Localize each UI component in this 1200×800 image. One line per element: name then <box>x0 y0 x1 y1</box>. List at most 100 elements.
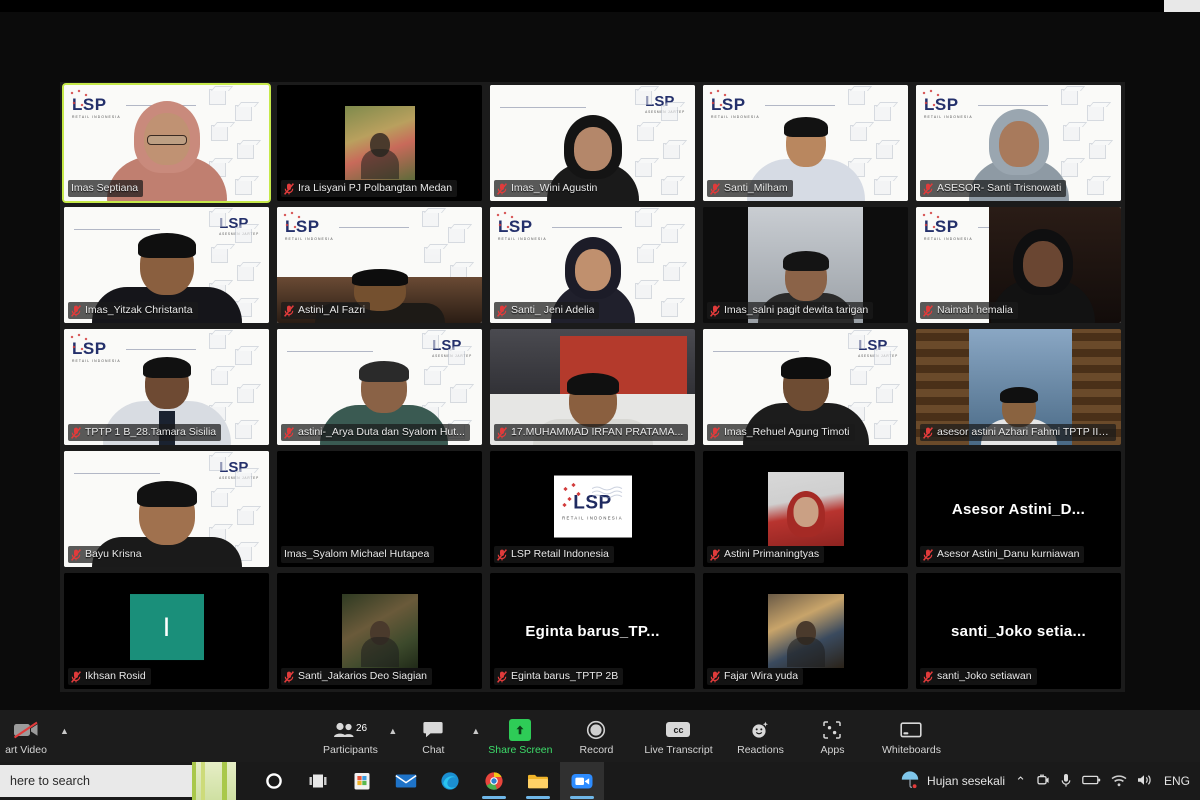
whiteboards-label: Whiteboards <box>882 743 941 756</box>
show-hidden-icons-chevron-icon[interactable]: ⌃ <box>1015 775 1026 788</box>
lsp-logo: LSP RETAIL INDONESIA <box>498 217 547 241</box>
reactions-label: Reactions <box>737 743 784 756</box>
participant-name-bar: asesor astini Azhari Fahmi TPTP III B <box>920 424 1116 441</box>
start-video-button[interactable]: art Video <box>0 717 58 756</box>
weather-icon <box>900 770 920 792</box>
participant-tile[interactable]: asesor astini Azhari Fahmi TPTP III B <box>912 326 1125 448</box>
participant-head <box>564 237 621 299</box>
mic-muted-icon <box>497 182 507 195</box>
participant-tile[interactable]: LSP RETAIL INDONESIA ASESOR- Santi Trisnow… <box>912 82 1125 204</box>
participants-chevron-icon[interactable]: ▲ <box>388 726 397 736</box>
participant-tile[interactable]: Asesor Astini_D... Asesor Astini_Danu kur… <box>912 448 1125 570</box>
record-button[interactable]: Record <box>560 717 632 756</box>
participant-name: ASESOR- Santi Trisnowati <box>937 182 1062 194</box>
participant-tile[interactable]: Fajar Wira yuda <box>699 570 912 692</box>
cortana-icon[interactable] <box>252 762 296 800</box>
mic-muted-icon <box>284 182 294 195</box>
lsp-logo: LSP RETAIL INDONESIA <box>72 95 121 119</box>
participant-tile[interactable]: Imas_salni pagit dewita tarigan <box>699 204 912 326</box>
logo-subtext: RETAIL INDONESIA <box>562 515 623 521</box>
participant-tile[interactable]: LSP RETAIL INDONESIA Imas Septiana <box>60 82 273 204</box>
participant-tile[interactable]: LSPASESMEN JARTEPImas_Yitzak Christanta <box>60 204 273 326</box>
live-transcript-label: Live Transcript <box>644 743 713 756</box>
participant-tile[interactable]: LSP RETAIL INDONESIA Naimah hemalia <box>912 204 1125 326</box>
participant-tile[interactable]: LSP RETAIL INDONESIA LSP Retail Indonesia <box>486 448 699 570</box>
participant-initial-avatar: I <box>129 594 204 661</box>
participant-name: Astini Primaningtyas <box>724 548 820 560</box>
language-indicator[interactable]: ENG <box>1164 774 1190 788</box>
participant-tile-inner: Eginta barus_TP... Eginta barus_TPTP 2B <box>490 573 695 689</box>
participant-tile-inner: Astini Primaningtyas <box>703 451 908 567</box>
record-label: Record <box>579 743 614 756</box>
participants-button[interactable]: 26 Participants <box>314 717 386 756</box>
taskbar-animated-wallpaper-icon[interactable] <box>192 762 236 800</box>
participants-label: Participants <box>322 743 378 756</box>
participant-tile[interactable]: Imas_Syalom Michael Hutapea <box>273 448 486 570</box>
webcam-tray-icon[interactable] <box>1036 773 1050 789</box>
weather-widget[interactable]: Hujan sesekali <box>900 770 1005 792</box>
participant-tile[interactable]: LSP RETAIL INDONESIA Astini_Al Fazri <box>273 204 486 326</box>
participant-tile-inner: LSP RETAIL INDONESIA TPTP 1 B_28.Tamara Si… <box>64 329 269 445</box>
participant-name-bar: Naimah hemalia <box>920 302 1018 319</box>
microphone-tray-icon[interactable] <box>1060 773 1072 790</box>
battery-icon[interactable] <box>1082 774 1101 788</box>
wifi-icon[interactable] <box>1111 774 1127 789</box>
participant-name-bar: Asesor Astini_Danu kurniawan <box>920 546 1085 563</box>
closed-caption-icon: cc <box>666 719 691 741</box>
zoom-icon[interactable] <box>560 762 604 800</box>
taskbar-search-input[interactable]: here to search <box>0 765 192 797</box>
participant-head <box>133 101 200 173</box>
participant-tile[interactable]: LSP RETAIL INDONESIA TPTP 1 B_28.Tamara Si… <box>60 326 273 448</box>
taskbar-app-icons <box>252 762 604 800</box>
live-transcript-button[interactable]: cc Live Transcript <box>632 717 724 756</box>
participant-name-bar: Ikhsan Rosid <box>68 668 151 685</box>
participant-name-bar: Astini_Al Fazri <box>281 302 371 319</box>
participant-name: Astini_Al Fazri <box>298 304 366 316</box>
participant-tile[interactable]: I Ikhsan Rosid <box>60 570 273 692</box>
mail-icon[interactable] <box>384 762 428 800</box>
volume-icon[interactable] <box>1137 773 1154 789</box>
participant-tile-inner: Asesor Astini_D... Asesor Astini_Danu kur… <box>916 451 1121 567</box>
participant-tile[interactable]: Eginta barus_TP... Eginta barus_TPTP 2B <box>486 570 699 692</box>
participant-name: Eginta barus_TPTP 2B <box>511 670 619 682</box>
file-explorer-icon[interactable] <box>516 762 560 800</box>
participant-tile[interactable]: LSPASESMEN JARTEPImas_Wini Agustin <box>486 82 699 204</box>
participant-tile[interactable]: 17.MUHAMMAD IRFAN PRATAMA... <box>486 326 699 448</box>
participant-tile-inner: Santi_Jakarios Deo Siagian <box>277 573 482 689</box>
participant-name-bar: Imas_Rehuel Agung Timoti <box>707 424 855 441</box>
chat-label: Chat <box>422 743 445 756</box>
start-video-label: art Video <box>5 743 47 756</box>
apps-button[interactable]: Apps <box>796 717 868 756</box>
participant-name-bar: Imas_Wini Agustin <box>494 180 603 197</box>
reactions-button[interactable]: Reactions <box>724 717 796 756</box>
participant-tile[interactable]: Ira Lisyani PJ Polbangtan Medan <box>273 82 486 204</box>
microsoft-store-icon[interactable] <box>340 762 384 800</box>
virtual-background-boxes <box>635 85 693 201</box>
share-screen-button[interactable]: Share Screen <box>480 717 560 756</box>
participant-tile[interactable]: LSPASESMEN JARTEPastini-_Arya Duta dan S… <box>273 326 486 448</box>
participant-tile[interactable]: santi_Joko setia... santi_Joko setiawan <box>912 570 1125 692</box>
google-chrome-icon[interactable] <box>472 762 516 800</box>
participant-tile[interactable]: Astini Primaningtyas <box>699 448 912 570</box>
apps-icon <box>822 719 842 741</box>
participant-grid: LSP RETAIL INDONESIA Imas Septiana Ira Lisy… <box>60 82 1140 692</box>
participant-tile[interactable]: LSP RETAIL INDONESIA Santi_ Jeni Adelia <box>486 204 699 326</box>
participant-tile-inner: LSP RETAIL INDONESIA Imas Septiana <box>62 83 271 203</box>
participant-tile[interactable]: LSPASESMEN JARTEPBayu Krisna <box>60 448 273 570</box>
participant-head <box>999 387 1038 427</box>
task-view-icon[interactable] <box>296 762 340 800</box>
participant-name-bar: Santi_ Jeni Adelia <box>494 302 600 319</box>
whiteboards-button[interactable]: Whiteboards <box>868 717 954 756</box>
chat-button[interactable]: Chat <box>397 717 469 756</box>
participant-tile[interactable]: Santi_Jakarios Deo Siagian <box>273 570 486 692</box>
microsoft-edge-icon[interactable] <box>428 762 472 800</box>
chat-chevron-icon[interactable]: ▲ <box>471 726 480 736</box>
participant-tile[interactable]: LSP RETAIL INDONESIA Santi_Milham <box>699 82 912 204</box>
participant-tile-inner: LSP RETAIL INDONESIA Naimah hemalia <box>916 207 1121 323</box>
mic-muted-icon <box>923 670 933 683</box>
participant-photo <box>767 472 844 546</box>
participant-name: astini-_Arya Duta dan Syalom Hut... <box>298 426 465 438</box>
video-options-chevron-icon[interactable]: ▲ <box>60 726 69 736</box>
participant-name-bar: Fajar Wira yuda <box>707 668 804 685</box>
participant-tile[interactable]: LSPASESMEN JARTEPImas_Rehuel Agung Timot… <box>699 326 912 448</box>
